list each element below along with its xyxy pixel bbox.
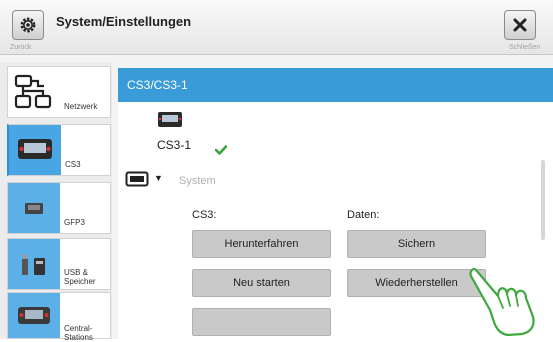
sidebar-item-central-stations[interactable]: Central- Stations	[7, 292, 111, 342]
status-ok-icon	[215, 145, 227, 155]
shutdown-button[interactable]: Herunterfahren	[192, 230, 331, 258]
sidebar-item-label: CS3	[65, 160, 81, 169]
selected-path: CS3/CS3-1	[127, 78, 188, 92]
partial-button[interactable]	[192, 308, 331, 336]
scrollbar[interactable]	[541, 160, 545, 240]
restore-button[interactable]: Wiederherstellen	[347, 269, 486, 297]
sidebar-item-label: Netzwerk	[64, 102, 98, 111]
back-button[interactable]	[12, 10, 44, 40]
close-button[interactable]	[504, 10, 536, 40]
section-label-system: System	[179, 175, 216, 187]
sidebar-item-label: Central- Stations	[64, 324, 93, 342]
sidebar: Netzwerk CS3 GFP3 USB & Speicher Central…	[0, 62, 112, 342]
usb-storage-icon	[8, 239, 60, 289]
close-icon	[513, 18, 527, 32]
cs3-device-icon	[9, 125, 61, 175]
sidebar-item-cs3[interactable]: CS3	[7, 124, 111, 176]
settings-window: Zurück System/Einstellungen Schließen Ne…	[0, 0, 553, 342]
gfp3-device-icon	[8, 183, 60, 233]
monitor-icon	[125, 171, 149, 187]
sidebar-item-netzwerk[interactable]: Netzwerk	[7, 66, 111, 118]
device-name[interactable]: CS3-1	[157, 138, 191, 152]
page-title: System/Einstellungen	[56, 14, 192, 29]
header-bar: Zurück System/Einstellungen Schließen	[0, 0, 553, 55]
restart-button[interactable]: Neu starten	[192, 269, 331, 297]
back-label: Zurück	[10, 44, 32, 51]
gear-icon	[20, 17, 36, 33]
cs3-device-icon	[157, 111, 183, 134]
sidebar-item-gfp3[interactable]: GFP3	[7, 182, 111, 234]
central-station-icon	[8, 293, 60, 338]
network-icon	[8, 67, 60, 117]
sidebar-item-label: GFP3	[64, 218, 85, 227]
selected-path-row[interactable]: CS3/CS3-1	[118, 68, 553, 102]
pointing-hand-icon	[469, 267, 535, 336]
chevron-down-icon[interactable]: ▼	[154, 173, 163, 183]
close-label: Schließen	[509, 44, 541, 51]
sidebar-item-usb[interactable]: USB & Speicher	[7, 238, 111, 290]
sidebar-item-label: USB & Speicher	[64, 268, 96, 286]
cs3-column-label: CS3:	[192, 209, 217, 221]
backup-button[interactable]: Sichern	[347, 230, 486, 258]
data-column-label: Daten:	[347, 209, 380, 221]
